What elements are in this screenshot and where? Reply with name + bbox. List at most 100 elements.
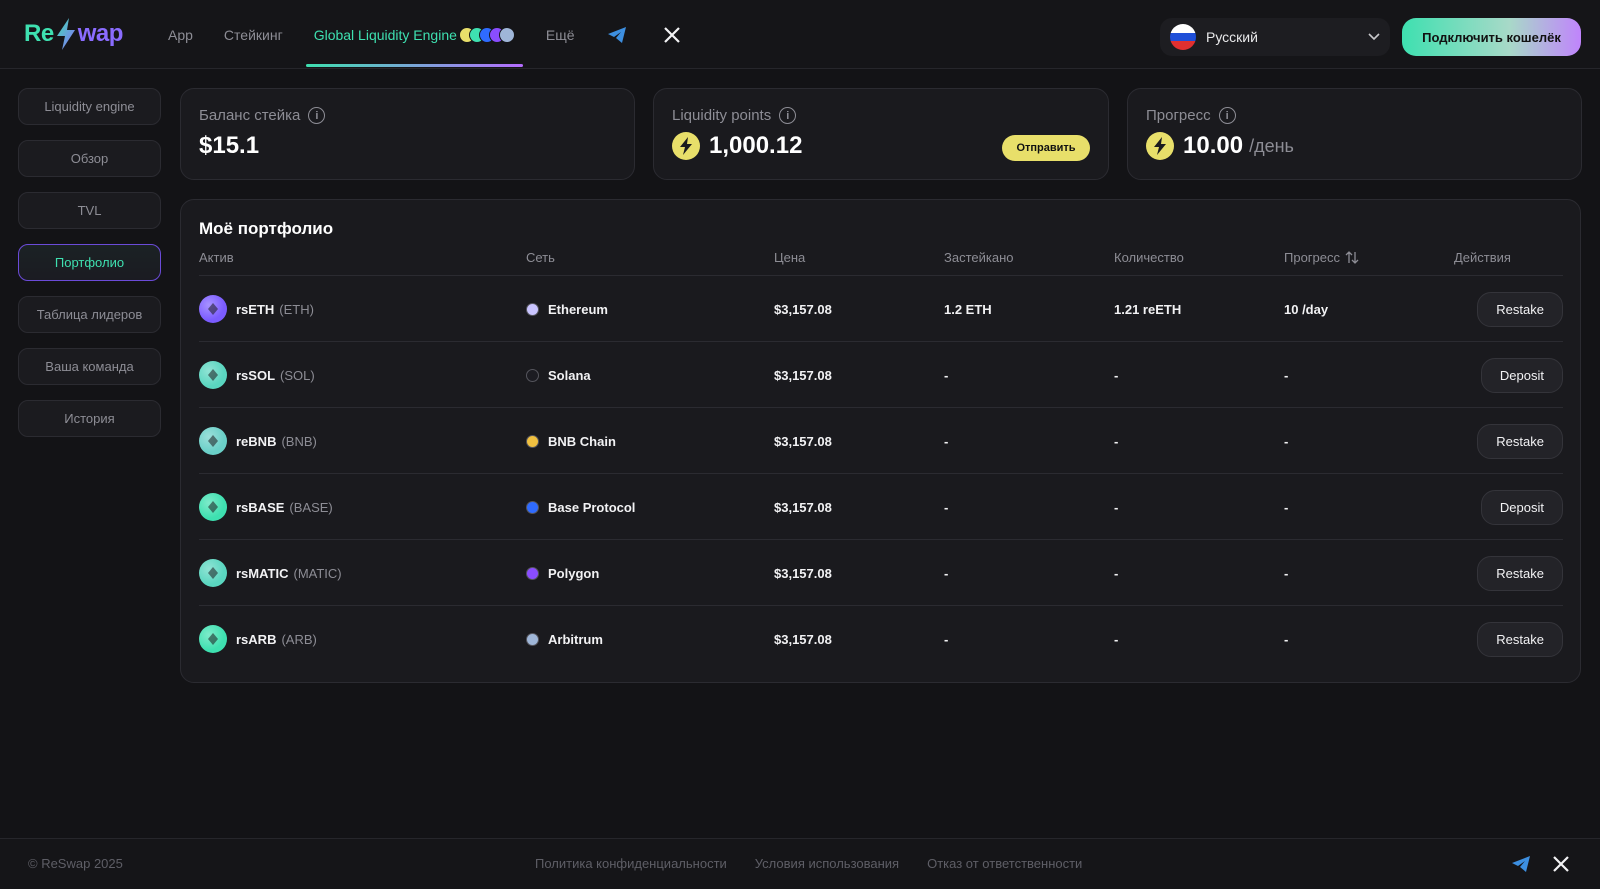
col-header-progress[interactable]: Прогресс [1284,250,1359,265]
col-header-asset: Актив [199,250,234,265]
sidebar-item-history[interactable]: История [18,400,161,437]
network-cell: Base Protocol [526,474,635,540]
restake-button[interactable]: Restake [1477,622,1563,657]
deposit-button[interactable]: Deposit [1480,490,1563,525]
stake-balance-value: $15.1 [199,132,260,159]
amount-cell: - [1114,631,1119,647]
stake-balance-card: Баланс стейка i $15.1 [180,88,635,180]
telegram-icon[interactable] [1510,853,1532,875]
asset-name: rsARB [236,631,277,647]
nav-item-more[interactable]: Ещё [546,0,575,69]
telegram-icon[interactable] [606,24,628,46]
chain-badges [458,26,515,43]
connect-wallet-button[interactable]: Подключить кошелёк [1402,18,1581,56]
top-header: Re wap App Стейкинг Global Liquidity Eng… [0,0,1600,69]
asset-ticker: (MATIC) [293,565,342,581]
main-nav: App Стейкинг Global Liquidity Engine Ещё [168,0,716,69]
col-header-staked: Застейкано [944,250,1014,265]
footer-link-terms[interactable]: Условия использования [755,856,899,871]
nav-item-app[interactable]: App [168,0,193,69]
sort-icon [1345,251,1359,264]
progress-cell: - [1284,367,1289,383]
x-icon[interactable] [661,24,683,46]
deposit-button[interactable]: Deposit [1480,358,1563,393]
asset-token-icon [199,427,227,455]
brand-logo[interactable]: Re wap [24,16,123,52]
network-cell: Ethereum [526,276,608,342]
table-row: rsETH (ETH) Ethereum $3,157.08 1.2 ETH 1… [199,275,1563,341]
stake-balance-label: Баланс стейка [199,107,301,124]
info-icon[interactable]: i [308,107,326,124]
amount-cell: - [1114,499,1119,515]
staked-cell: - [944,367,949,383]
network-cell: Solana [526,342,591,408]
asset-ticker: (ARB) [281,631,317,647]
asset-token-icon [199,361,227,389]
price-cell: $3,157.08 [774,565,832,581]
network-cell: BNB Chain [526,408,616,474]
network-name: Solana [548,367,591,383]
asset-cell: rsARB (ARB) [199,606,317,672]
network-cell: Arbitrum [526,606,603,672]
asset-name: rsETH [236,301,275,317]
nav-item-staking[interactable]: Стейкинг [224,0,283,69]
portfolio-panel: Моё портфолио Актив Сеть Цена Застейкано… [180,199,1581,683]
amount-cell: - [1114,565,1119,581]
footer-link-disclaimer[interactable]: Отказ от ответственности [927,856,1082,871]
restake-button[interactable]: Restake [1477,556,1563,591]
x-icon[interactable] [1550,853,1572,875]
network-icon [526,566,539,580]
sidebar-item-overview[interactable]: Обзор [18,140,161,177]
footer-social [1510,853,1590,875]
asset-cell: rsETH (ETH) [199,276,314,342]
staked-cell: - [944,631,949,647]
sidebar-item-portfolio[interactable]: Портфолио [18,244,161,281]
stake-balance-label-row: Баланс стейка i [199,107,326,124]
network-name: Base Protocol [548,499,636,515]
network-name: BNB Chain [548,433,616,449]
asset-cell: rsSOL (SOL) [199,342,315,408]
amount-cell: - [1114,433,1119,449]
nav-item-label: Global Liquidity Engine [313,26,457,43]
table-row: rsMATIC (MATIC) Polygon $3,157.08 - - - … [199,539,1563,605]
table-row: rsSOL (SOL) Solana $3,157.08 - - - Depos… [199,341,1563,407]
brand-part2: wap [77,20,124,47]
progress-cell: - [1284,631,1289,647]
progress-cell: - [1284,499,1289,515]
network-name: Arbitrum [548,631,603,647]
asset-cell: rsBASE (BASE) [199,474,333,540]
language-select[interactable]: Русский [1160,18,1390,56]
asset-name: rsBASE [236,499,285,515]
staked-cell: - [944,499,949,515]
col-header-amount: Количество [1114,250,1184,265]
progress-unit: /день [1249,135,1294,156]
sidebar: Liquidity engine Обзор TVL Портфолио Таб… [18,88,162,452]
sidebar-item-liquidity-engine[interactable]: Liquidity engine [18,88,161,125]
footer: © ReSwap 2025 Политика конфиденциальност… [0,838,1600,889]
asset-token-icon [199,295,227,323]
progress-cell: 10 /day [1284,301,1329,317]
info-icon[interactable]: i [779,107,797,124]
send-points-button[interactable]: Отправить [1002,135,1090,161]
info-icon[interactable]: i [1218,107,1236,124]
network-name: Polygon [548,565,600,581]
staked-cell: 1.2 ETH [944,301,992,317]
language-label: Русский [1206,29,1258,45]
liquidity-points-label: Liquidity points [672,107,772,124]
network-icon [526,302,539,316]
lightning-icon [1146,132,1174,160]
sidebar-item-team[interactable]: Ваша команда [18,348,161,385]
chain-arb-icon [498,26,515,43]
network-name: Ethereum [548,301,608,317]
nav-item-global-liquidity-engine[interactable]: Global Liquidity Engine [305,0,524,69]
footer-link-privacy[interactable]: Политика конфиденциальности [535,856,727,871]
sidebar-item-leaderboard[interactable]: Таблица лидеров [18,296,161,333]
col-header-progress-label: Прогресс [1284,250,1341,265]
restake-button[interactable]: Restake [1477,424,1563,459]
col-header-price: Цена [774,250,806,265]
restake-button[interactable]: Restake [1477,292,1563,327]
progress-cell: - [1284,433,1289,449]
brand-part1: Re [24,20,54,47]
table-row: rsARB (ARB) Arbitrum $3,157.08 - - - Res… [199,605,1563,671]
sidebar-item-tvl[interactable]: TVL [18,192,161,229]
